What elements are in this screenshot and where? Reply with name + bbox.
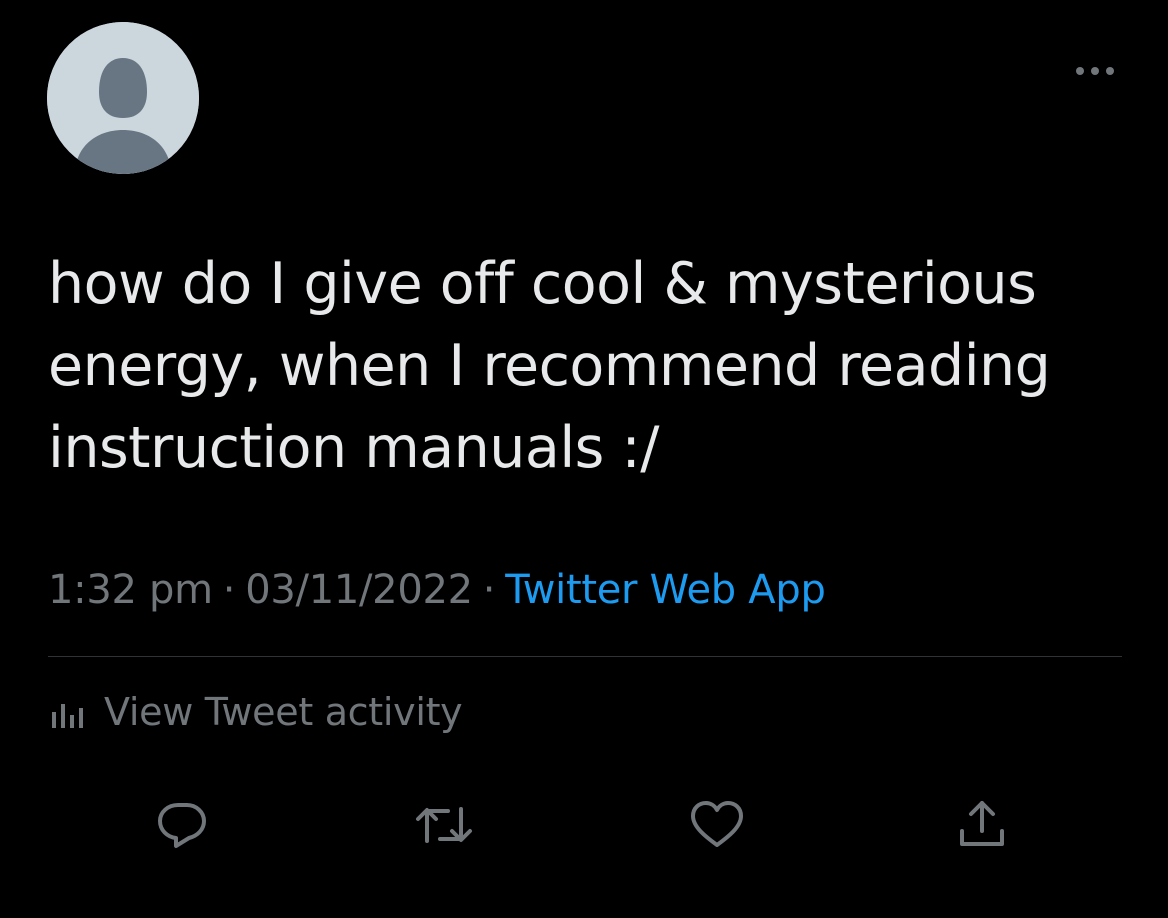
tweet-text-line: energy, when I recommend reading	[48, 333, 1051, 399]
divider	[48, 656, 1122, 657]
tweet-date[interactable]: 03/11/2022	[245, 567, 473, 613]
retweet-icon	[416, 807, 472, 843]
tweet-text: how do I give off cool & mysterious ener…	[48, 243, 1108, 489]
share-icon	[960, 801, 1004, 846]
avatar[interactable]	[47, 22, 199, 174]
bar-chart-icon	[52, 704, 83, 728]
meta-separator: ·	[482, 567, 496, 613]
reply-icon	[158, 803, 206, 848]
reply-button[interactable]	[152, 797, 212, 853]
meta-separator: ·	[222, 567, 236, 613]
share-button[interactable]	[952, 797, 1012, 853]
more-horizontal-icon	[1076, 67, 1114, 75]
retweet-button[interactable]	[414, 797, 474, 853]
tweet-text-line: how do I give off cool & mysterious	[48, 251, 1037, 317]
tweet-metadata: 1:32 pm · 03/11/2022 · Twitter Web App	[48, 567, 826, 613]
tweet-time[interactable]: 1:32 pm	[48, 567, 213, 613]
view-tweet-activity-link[interactable]: View Tweet activity	[50, 690, 463, 734]
tweet-text-line: instruction manuals :/	[48, 415, 659, 481]
tweet-source-link[interactable]: Twitter Web App	[505, 567, 826, 613]
like-icon	[691, 801, 743, 847]
like-button[interactable]	[687, 797, 747, 853]
view-tweet-activity-label: View Tweet activity	[104, 690, 463, 734]
default-profile-icon	[47, 22, 199, 174]
more-options-button[interactable]	[1070, 58, 1120, 84]
